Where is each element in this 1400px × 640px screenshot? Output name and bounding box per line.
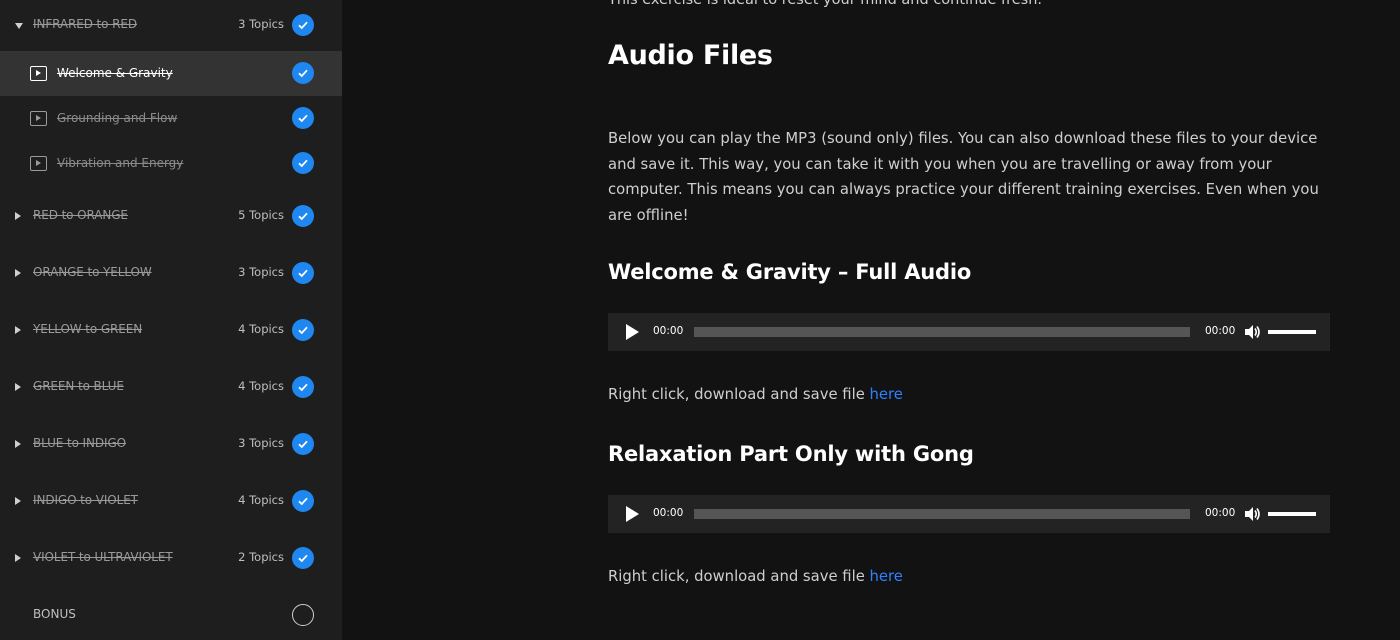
topic-count: 4 Topics (238, 322, 284, 336)
seek-bar[interactable] (694, 327, 1190, 337)
page-title: Audio Files (608, 40, 773, 71)
download-text: Right click, download and save file (608, 386, 870, 403)
caret-right-icon (15, 440, 21, 448)
check-icon (292, 152, 314, 174)
course-sidebar: INFRARED to RED 3 Topics Welcome & Gravi… (0, 0, 342, 640)
topic-count: 3 Topics (238, 17, 284, 31)
check-icon (292, 433, 314, 455)
check-icon (292, 262, 314, 284)
topic-count: 2 Topics (238, 550, 284, 564)
audio-heading: Relaxation Part Only with Gong (608, 442, 974, 466)
audio-heading: Welcome & Gravity – Full Audio (608, 260, 972, 284)
duration: 00:00 (1205, 325, 1236, 337)
check-icon (292, 205, 314, 227)
duration: 00:00 (1205, 507, 1236, 519)
topic-count: 3 Topics (238, 436, 284, 450)
caret-right-icon (15, 497, 21, 505)
download-link[interactable]: here (870, 386, 903, 403)
section-label: GREEN to BLUE (33, 379, 124, 393)
section-label: INFRARED to RED (33, 17, 137, 31)
section-label: INDIGO to VIOLET (33, 493, 138, 507)
section-label: ORANGE to YELLOW (33, 265, 152, 279)
volume-slider[interactable] (1268, 512, 1316, 516)
topic-count: 4 Topics (238, 493, 284, 507)
audio-player: 00:00 00:00 (608, 313, 1330, 351)
audio-player: 00:00 00:00 (608, 495, 1330, 533)
download-line: Right click, download and save file here (608, 568, 903, 585)
seek-bar[interactable] (694, 509, 1190, 519)
topic-count: 4 Topics (238, 379, 284, 393)
check-icon (292, 107, 314, 129)
section-label: VIOLET to ULTRAVIOLET (33, 550, 173, 564)
incomplete-circle-icon (292, 604, 314, 626)
check-icon (292, 547, 314, 569)
download-text: Right click, download and save file (608, 568, 870, 585)
topic-grounding-flow[interactable]: Grounding and Flow (0, 96, 342, 141)
check-icon (292, 319, 314, 341)
caret-right-icon (15, 326, 21, 334)
section-label: YELLOW to GREEN (33, 322, 143, 336)
caret-right-icon (15, 383, 21, 391)
check-icon (292, 490, 314, 512)
download-link[interactable]: here (870, 568, 903, 585)
current-time: 00:00 (653, 507, 684, 519)
topic-label: Grounding and Flow (57, 111, 178, 125)
topic-label: Vibration and Energy (57, 156, 184, 170)
play-lesson-icon (30, 111, 47, 126)
section-label: RED to ORANGE (33, 208, 128, 222)
lesson-content: This exercise is ideal to reset your min… (342, 0, 1400, 640)
caret-right-icon (15, 212, 21, 220)
caret-right-icon (15, 554, 21, 562)
current-time: 00:00 (653, 325, 684, 337)
topic-welcome-gravity[interactable]: Welcome & Gravity (0, 51, 342, 96)
partial-paragraph: This exercise is ideal to reset your min… (608, 0, 1042, 8)
play-lesson-icon (30, 156, 47, 171)
check-icon (292, 14, 314, 36)
volume-icon[interactable] (1243, 505, 1261, 523)
check-icon (292, 62, 314, 84)
topic-vibration-energy[interactable]: Vibration and Energy (0, 141, 342, 186)
section-label: BLUE to INDIGO (33, 436, 127, 450)
play-lesson-icon (30, 66, 47, 81)
topic-count: 3 Topics (238, 265, 284, 279)
topic-label: Welcome & Gravity (57, 66, 173, 80)
caret-down-icon (15, 23, 23, 29)
section-label: BONUS (33, 607, 76, 621)
topic-count: 5 Topics (238, 208, 284, 222)
caret-right-icon (15, 269, 21, 277)
volume-icon[interactable] (1243, 323, 1261, 341)
intro-paragraph: Below you can play the MP3 (sound only) … (608, 130, 1319, 224)
volume-slider[interactable] (1268, 330, 1316, 334)
download-line: Right click, download and save file here (608, 386, 903, 403)
play-button[interactable] (626, 324, 639, 340)
play-button[interactable] (626, 506, 639, 522)
check-icon (292, 376, 314, 398)
